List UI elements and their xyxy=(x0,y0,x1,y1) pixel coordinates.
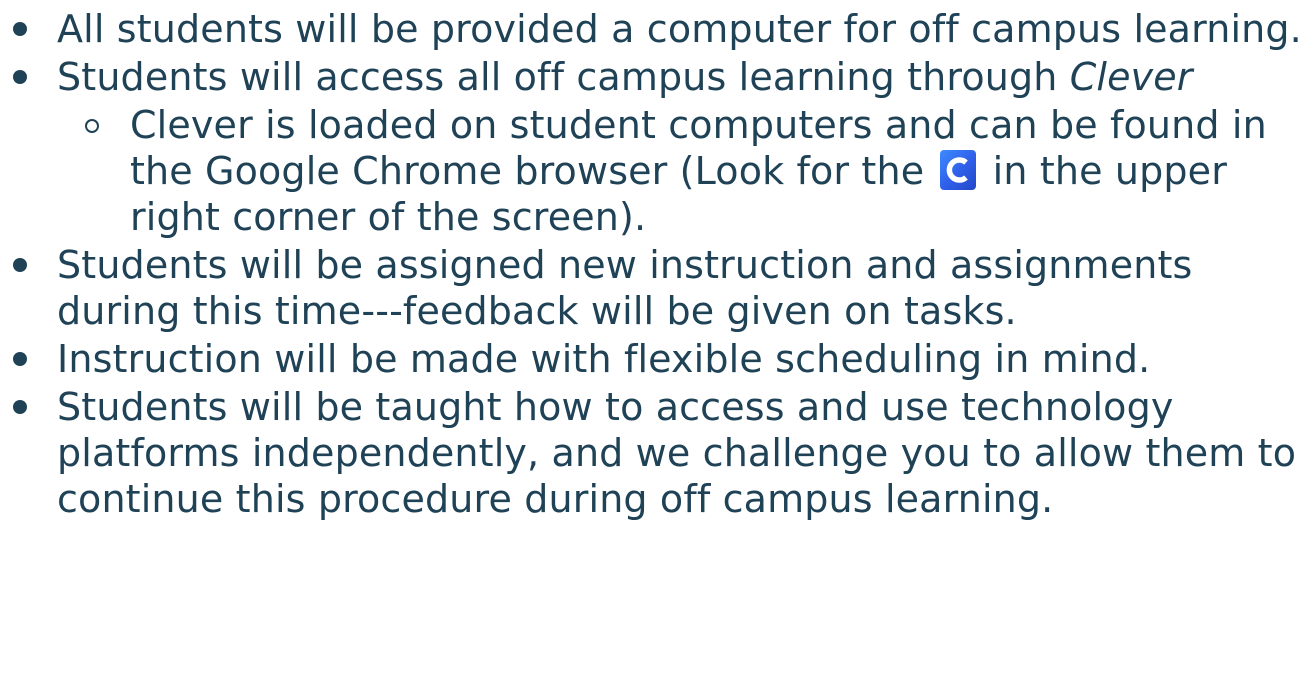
clever-name: Clever xyxy=(1069,55,1193,99)
list-item-text: Students will be taught how to access an… xyxy=(57,385,1297,521)
list-item: Students will access all off campus lear… xyxy=(0,54,1316,240)
list-item: All students will be provided a computer… xyxy=(0,6,1316,52)
list-item-text: Students will be assigned new instructio… xyxy=(57,243,1193,333)
list-item-text: Students will access all off campus lear… xyxy=(57,55,1070,99)
bullet-dot-icon xyxy=(13,400,27,414)
list-item: Students will be taught how to access an… xyxy=(0,384,1316,522)
bullet-dot-icon xyxy=(13,22,27,36)
sub-list-item: Clever is loaded on student computers an… xyxy=(56,102,1316,240)
bullet-dot-icon xyxy=(13,70,27,84)
list-item-text: Instruction will be made with flexible s… xyxy=(57,337,1151,381)
bullet-dot-icon xyxy=(13,352,27,366)
list-item: Instruction will be made with flexible s… xyxy=(0,336,1316,382)
list-item: Students will be assigned new instructio… xyxy=(0,242,1316,334)
clever-c-icon xyxy=(940,150,977,190)
list-item-text: All students will be provided a computer… xyxy=(57,7,1302,51)
document-body: All students will be provided a computer… xyxy=(0,0,1316,524)
bullet-dot-icon xyxy=(13,258,27,272)
bullet-circle-icon xyxy=(85,119,99,133)
bullet-list: All students will be provided a computer… xyxy=(0,6,1316,522)
sub-bullet-list: Clever is loaded on student computers an… xyxy=(57,102,1316,240)
